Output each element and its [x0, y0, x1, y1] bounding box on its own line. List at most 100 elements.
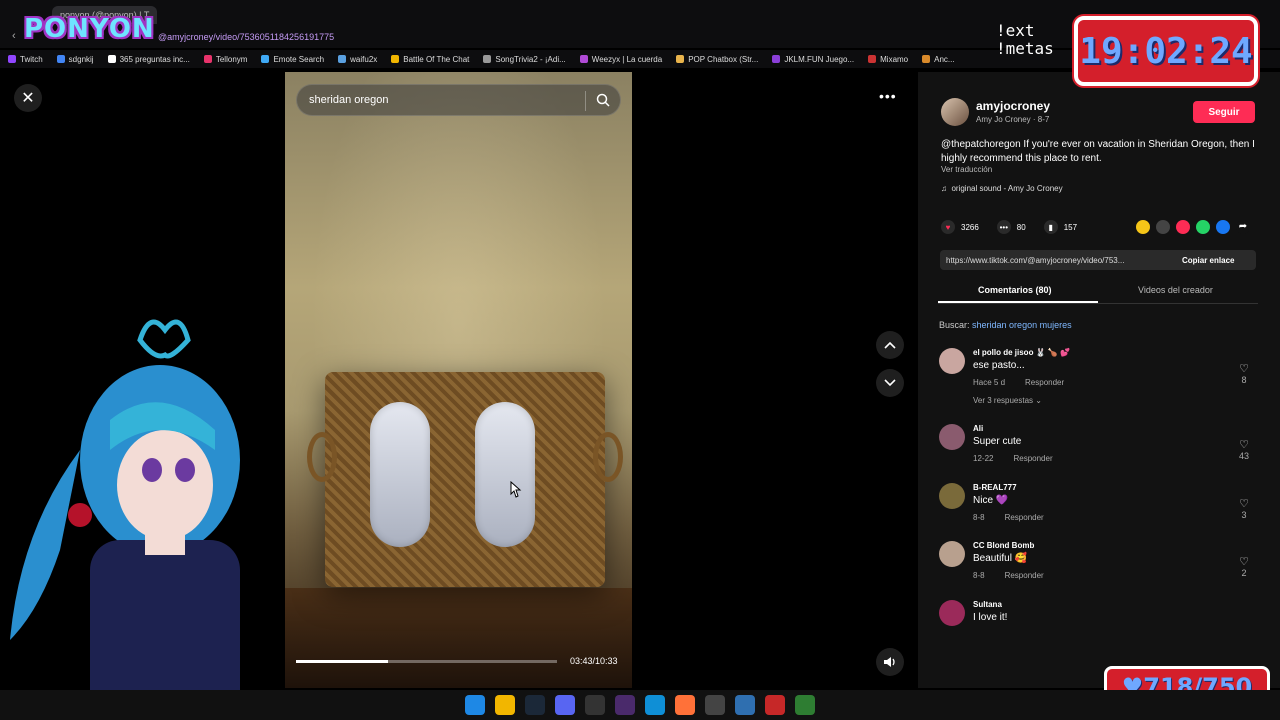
facebook-icon[interactable]: [1216, 220, 1230, 234]
video-basket: [307, 372, 623, 587]
folder-icon: [391, 55, 400, 63]
video-player[interactable]: [285, 72, 632, 688]
vtube-icon[interactable]: [735, 695, 755, 715]
music-icon: [483, 55, 492, 63]
comment-avatar[interactable]: [939, 424, 965, 450]
comment-user[interactable]: Ali: [973, 424, 983, 433]
video-time: 03:43/10:33: [570, 656, 618, 666]
comment-like[interactable]: ♡ 2: [1237, 555, 1251, 578]
comment-text: I love it!: [973, 612, 1008, 623]
comment-avatar[interactable]: [939, 348, 965, 374]
reply-button[interactable]: Responder: [1025, 378, 1064, 387]
next-video-button[interactable]: [876, 369, 904, 397]
bookmark-icon: ▮: [1043, 220, 1058, 234]
app-icon[interactable]: [705, 695, 725, 715]
bookmark-item[interactable]: Twitch: [8, 55, 43, 64]
location-icon: [261, 55, 270, 63]
file-explorer-icon[interactable]: [495, 695, 515, 715]
like-button[interactable]: ♥ 3266: [941, 220, 979, 234]
edge-icon[interactable]: [645, 695, 665, 715]
slipper: [475, 402, 535, 547]
comment-tabs: Comentarios (80) Videos del creador: [938, 282, 1258, 304]
back-icon[interactable]: ‹: [12, 30, 16, 42]
tab-creator-videos[interactable]: Videos del creador: [1138, 285, 1213, 295]
send-icon[interactable]: [1176, 220, 1190, 234]
coin-icon[interactable]: [1136, 220, 1150, 234]
view-replies-button[interactable]: Ver 3 respuestas ⌄: [973, 396, 1042, 405]
copy-link-button[interactable]: Copiar enlace: [1172, 256, 1234, 265]
jklm-icon: [772, 55, 781, 63]
mouse-cursor-icon: [510, 481, 522, 498]
comment-user[interactable]: Sultana: [973, 600, 1002, 609]
comment-avatar[interactable]: [939, 600, 965, 626]
discord-icon[interactable]: [555, 695, 575, 715]
slipper: [370, 402, 430, 547]
bookmark-item[interactable]: Anc...: [922, 55, 955, 64]
url-text[interactable]: @amyjcroney/video/7536051184256191775: [158, 32, 334, 42]
more-icon[interactable]: •••: [879, 88, 897, 104]
stats-row: ♥ 3266 ••• 80 ▮ 157: [941, 220, 1077, 234]
app-icon[interactable]: [795, 695, 815, 715]
windows-start-icon[interactable]: [465, 695, 485, 715]
sound-link[interactable]: ♫ original sound - Amy Jo Croney: [941, 184, 1063, 193]
share-icon[interactable]: ➦: [1236, 220, 1250, 234]
chatbox-icon: [676, 55, 685, 63]
video-floor: [285, 588, 632, 688]
bookmark-item[interactable]: JKLM.FUN Juego...: [772, 55, 854, 64]
previous-video-button[interactable]: [876, 331, 904, 359]
comment-text: Super cute: [973, 436, 1022, 447]
comment-user[interactable]: el pollo de jisoo 🐰 🍗 💕: [973, 348, 1070, 357]
comment-text: Beautiful 🥰: [973, 553, 1028, 564]
user-subtitle: Amy Jo Croney · 8-7: [976, 115, 1050, 124]
translate-link[interactable]: Ver traducción: [941, 165, 992, 174]
comment-text: ese pasto...: [973, 360, 1025, 371]
volume-button[interactable]: [876, 648, 904, 676]
search-input[interactable]: sheridan oregon: [296, 84, 621, 116]
video-progress-bar[interactable]: [296, 660, 557, 663]
comment-user[interactable]: B-REAL777: [973, 483, 1017, 492]
comment-user[interactable]: CC Blond Bomb: [973, 541, 1034, 550]
basket-handle: [307, 432, 337, 482]
bookmark-item[interactable]: 365 preguntas inc...: [107, 55, 190, 64]
search-divider: [585, 91, 586, 111]
comment-like[interactable]: ♡ 43: [1237, 438, 1251, 461]
comment-button[interactable]: ••• 80: [996, 220, 1026, 234]
app-icon[interactable]: [765, 695, 785, 715]
link-text[interactable]: https://www.tiktok.com/@amyjocroney/vide…: [940, 256, 1172, 265]
close-button[interactable]: ✕: [14, 84, 42, 112]
bookmark-item[interactable]: Weezyx | La cuerda: [579, 55, 662, 64]
steam-icon[interactable]: [525, 695, 545, 715]
bookmark-item[interactable]: Tellonym: [203, 55, 247, 64]
google-icon: [56, 55, 65, 63]
bookmark-item[interactable]: Mixamo: [868, 55, 908, 64]
os-taskbar: [0, 690, 1280, 720]
bookmark-item[interactable]: Emote Search: [261, 55, 324, 64]
obs-icon[interactable]: [615, 695, 635, 715]
comment-like[interactable]: ♡ 3: [1237, 497, 1251, 520]
bookmark-item[interactable]: Battle Of The Chat: [391, 55, 469, 64]
username[interactable]: amyjocroney: [976, 99, 1050, 113]
bookmark-item[interactable]: waifu2x: [338, 55, 377, 64]
search-suggestion[interactable]: Buscar: sheridan oregon mujeres: [939, 320, 1072, 330]
follow-button[interactable]: Seguir: [1193, 101, 1255, 123]
bookmark-item[interactable]: sdgnkij: [56, 55, 94, 64]
embed-icon[interactable]: [1156, 220, 1170, 234]
bookmark-button[interactable]: ▮ 157: [1043, 220, 1077, 234]
reply-button[interactable]: Responder: [1005, 571, 1044, 580]
stream-logo: PONYON: [24, 14, 155, 44]
search-icon[interactable]: [596, 93, 610, 107]
heart-outline-icon: ♡: [1239, 439, 1249, 451]
firefox-icon[interactable]: [675, 695, 695, 715]
chatgpt-icon[interactable]: [585, 695, 605, 715]
bookmark-item[interactable]: SongTrivia2 - ¡Adi...: [483, 55, 566, 64]
whatsapp-icon[interactable]: [1196, 220, 1210, 234]
comment-avatar[interactable]: [939, 541, 965, 567]
tab-comments[interactable]: Comentarios (80): [978, 285, 1052, 295]
reply-button[interactable]: Responder: [1013, 454, 1052, 463]
bookmark-item[interactable]: POP Chatbox (Str...: [676, 55, 758, 64]
weezyx-icon: [579, 55, 588, 63]
reply-button[interactable]: Responder: [1005, 513, 1044, 522]
comment-like[interactable]: ♡ 8: [1237, 362, 1251, 385]
avatar[interactable]: [941, 98, 969, 126]
comment-avatar[interactable]: [939, 483, 965, 509]
